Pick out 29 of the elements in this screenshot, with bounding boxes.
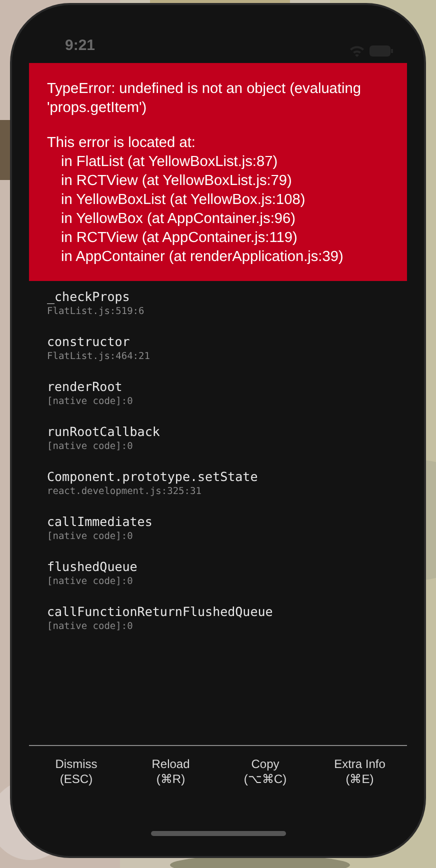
component-stack-line: in YellowBox (at AppContainer.js:96) xyxy=(60,210,296,229)
action-button[interactable]: Dismiss (ESC) xyxy=(29,755,124,789)
stack-frame-method[interactable]: callFunctionReturnFlushedQueue xyxy=(47,604,389,620)
stack-frame-location: FlatList.js:519:6 xyxy=(47,305,146,318)
stack-frame-location: [native code]:0 xyxy=(47,620,134,633)
error-message: TypeError: undefined is not an object (evaluating 'props.getItem') xyxy=(47,80,362,118)
stack-frame-location: FlatList.js:464:21 xyxy=(47,350,151,363)
status-time: 9:21 xyxy=(65,36,96,56)
component-stack-line: in AppContainer (at renderApplication.js:39) xyxy=(60,248,344,267)
action-button[interactable]: Reload (⌘R) xyxy=(124,755,218,789)
stack-frame-method[interactable]: constructor xyxy=(47,334,389,350)
stack-frame-method[interactable]: flushedQueue xyxy=(47,559,389,575)
action-button[interactable]: Extra Info (⌘E) xyxy=(312,755,407,789)
stack-frame-method[interactable]: renderRoot xyxy=(47,379,389,395)
stack-frame-location: [native code]:0 xyxy=(47,395,134,408)
component-stack-line: in FlatList (at YellowBoxList.js:87) xyxy=(60,153,279,172)
stack-frame-method[interactable]: callImmediates xyxy=(47,514,389,530)
component-stack-line: in YellowBoxList (at YellowBox.js:108) xyxy=(60,191,306,210)
stack-frame-method[interactable]: Component.prototype.setState xyxy=(47,469,389,485)
stack-frame-location: [native code]:0 xyxy=(47,530,134,543)
stack-frame-location: [native code]:0 xyxy=(47,575,134,588)
stack-frame-location: [native code]:0 xyxy=(47,440,134,453)
action-button[interactable]: Copy (⌥⌘C) xyxy=(218,755,312,789)
stack-frame-method[interactable]: runRootCallback xyxy=(47,424,389,440)
component-stack-line: in RCTView (at AppContainer.js:119) xyxy=(60,229,298,248)
stack-frame-method[interactable]: _checkProps xyxy=(47,289,389,305)
component-stack-line: in RCTView (at YellowBoxList.js:79) xyxy=(60,172,293,191)
location-heading: This error is located at: xyxy=(47,134,196,153)
stack-frame-location: react.development.js:325:31 xyxy=(47,485,202,498)
